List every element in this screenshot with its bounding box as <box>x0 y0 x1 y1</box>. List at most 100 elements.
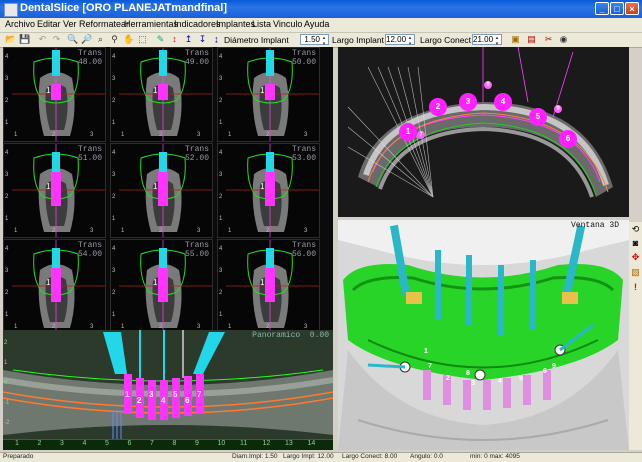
cross-section-slice[interactable]: Trans 56.00 4 3 2 1 1 2 3 1 <box>217 239 320 334</box>
slice-scale-tick: 1 <box>14 228 18 234</box>
zoom-in-icon[interactable]: 🔍 <box>67 34 78 45</box>
implant-edit-icon[interactable]: ↨ <box>211 34 222 45</box>
panoramic-implant-label: 4 <box>161 396 166 405</box>
slice-scale-tick: 3 <box>112 268 116 274</box>
minimize-icon: _ <box>599 4 605 14</box>
cross-section-slice[interactable]: Trans 51.00 4 3 2 1 1 2 3 1 <box>3 143 106 238</box>
zoom-out-icon[interactable]: 🔎 <box>81 34 92 45</box>
status-minmax: min: 0 max: 4095 <box>470 453 520 460</box>
slice-scale-tick: 3 <box>219 172 223 178</box>
slice-scale-tick: 3 <box>197 228 201 234</box>
menu-editar[interactable]: Editar <box>37 19 61 29</box>
zoom-fit-icon[interactable]: ⌕ <box>95 34 106 45</box>
axial-implant-marker[interactable]: 3 <box>459 93 477 111</box>
cross-section-slice[interactable]: Trans 50.00 4 3 2 1 1 2 3 1 <box>217 47 320 142</box>
cross-section-slice[interactable]: Trans 52.00 4 3 2 1 1 2 3 1 <box>110 143 213 238</box>
view3d-implant-label: 2 <box>446 375 450 382</box>
report-icon[interactable]: ▤ <box>526 34 537 45</box>
axial-implant-marker[interactable]: 4 <box>494 93 512 111</box>
menu-lista[interactable]: Lista <box>252 19 271 29</box>
menu-archivo[interactable]: Archivo <box>5 19 35 29</box>
view3d-panel: Ventana 3D 123456789 <box>338 220 629 450</box>
zoom-window-icon[interactable]: ⚲ <box>109 34 120 45</box>
slice-vertical-scale: 4 3 2 1 <box>112 246 120 330</box>
cross-section-slice[interactable]: Trans 54.00 4 3 2 1 1 2 3 1 <box>3 239 106 334</box>
axial-implant-marker[interactable]: 1 <box>399 123 417 141</box>
status-state: Preparado <box>3 453 34 460</box>
slice-scale-tick: 1 <box>112 312 116 318</box>
slice-scale-tick: 2 <box>219 290 223 296</box>
cross-section-slice[interactable]: Trans 55.00 4 3 2 1 1 2 3 1 <box>110 239 213 334</box>
axial-implant-marker[interactable]: 9 <box>554 105 562 113</box>
cross-section-slice[interactable]: Trans 53.00 4 3 2 1 1 2 3 1 <box>217 143 320 238</box>
app-icon[interactable] <box>4 3 18 17</box>
slice-scale-tick: 2 <box>219 194 223 200</box>
view3d-side-toolbar: ⟲ ◙ ✥ ▧ ! <box>629 222 642 450</box>
export-icon[interactable]: ▣ <box>510 34 521 45</box>
slice-scale-tick: 2 <box>52 228 56 234</box>
alert-icon[interactable]: ! <box>630 282 641 293</box>
axial-implant-marker[interactable]: 2 <box>429 98 447 116</box>
cross-section-slice[interactable]: Trans 48.00 4 3 2 1 1 2 3 1 <box>3 47 106 142</box>
slice-vertical-scale: 4 3 2 1 <box>219 246 227 330</box>
cross-section-slice[interactable]: Trans 49.00 4 3 2 1 1 2 3 1 <box>110 47 213 142</box>
maximize-button[interactable]: □ <box>610 2 624 15</box>
open-folder-icon[interactable]: 📂 <box>5 34 16 45</box>
implant-icon[interactable]: ✎ <box>155 34 166 45</box>
rotate-icon[interactable]: ⟲ <box>630 224 641 235</box>
undo-icon[interactable]: ↶ <box>37 34 48 45</box>
implant-add-icon[interactable]: ↕ <box>169 34 180 45</box>
connector-add-icon[interactable]: ↧ <box>197 34 208 45</box>
status-conect: Largo Conect: 8.00 <box>342 453 398 460</box>
slice-plane: Trans <box>184 241 209 250</box>
slice-scale-tick: 2 <box>5 194 9 200</box>
panoramic-panel: Panoramico 0.00 1 2 3 4 5 6 7 8 9 10 11 12 13 14 210-… <box>3 330 333 450</box>
layers-icon[interactable]: ▧ <box>630 267 641 278</box>
diametro-input[interactable]: 1.50 <box>300 34 329 47</box>
slice-plane: Trans <box>77 241 102 250</box>
save-icon[interactable]: 💾 <box>19 34 30 45</box>
axial-implant-marker[interactable]: 5 <box>529 108 547 126</box>
menu-reformatear[interactable]: Reformatear <box>79 19 129 29</box>
conect-input[interactable]: 21.00 <box>472 34 502 47</box>
slice-label: Trans 54.00 <box>78 241 102 259</box>
axial-implant-marker[interactable]: 7 <box>417 131 425 139</box>
redo-icon[interactable]: ↷ <box>51 34 62 45</box>
binoculars-icon[interactable]: ◙ <box>630 238 641 249</box>
slice-position: 50.00 <box>291 58 316 67</box>
menu-implantes[interactable]: Implantes <box>216 19 255 29</box>
camera-icon[interactable]: ◉ <box>558 34 569 45</box>
select-icon[interactable]: ⬚ <box>137 34 148 45</box>
axial-implant-marker[interactable]: 6 <box>559 130 577 148</box>
title-bar: DentalSlice [ORO PLANEJATmandfinal] _ □ … <box>0 0 642 18</box>
cut-icon[interactable]: ✂ <box>543 34 554 45</box>
slice-scale-tick: 3 <box>90 228 94 234</box>
measure-icon[interactable]: ✥ <box>630 252 641 263</box>
menu-ver[interactable]: Ver <box>63 19 77 29</box>
slice-scale-tick: 1 <box>5 120 9 126</box>
slice-scale-tick: 1 <box>219 120 223 126</box>
menu-vinculo[interactable]: Vinculo <box>273 19 302 29</box>
close-icon: × <box>629 4 635 14</box>
largo-label: Largo Implant <box>332 35 384 45</box>
status-largo: Largo Impl: 12.00 <box>283 453 334 460</box>
slice-label: Trans 52.00 <box>185 145 209 163</box>
connector-icon[interactable]: ↥ <box>183 34 194 45</box>
minimize-button[interactable]: _ <box>595 2 609 15</box>
slice-label: Trans 50.00 <box>292 49 316 67</box>
largo-input[interactable]: 12.00 <box>385 34 415 47</box>
view3d-implant-label: 6 <box>543 368 547 375</box>
close-button[interactable]: × <box>625 2 639 15</box>
slice-scale-tick: 4 <box>219 150 223 156</box>
menu-ayuda[interactable]: Ayuda <box>304 19 329 29</box>
menu-herramientas[interactable]: Herramientas <box>124 19 178 29</box>
axial-implant-marker[interactable]: 8 <box>484 81 492 89</box>
axial-implant-markers: 123456 7 8 9 <box>338 47 629 217</box>
slice-scale-tick: 1 <box>112 120 116 126</box>
panoramic-implant-label: 2 <box>137 396 142 405</box>
toolbar: 📂 💾 ↶ ↷ 🔍 🔎 ⌕ ⚲ ✋ ⬚ ✎ ↕ ↥ ↧ ↨ Diámetro I… <box>0 33 642 48</box>
slice-label: Trans 55.00 <box>185 241 209 259</box>
slice-scale-tick: 3 <box>5 76 9 82</box>
pan-hand-icon[interactable]: ✋ <box>123 34 134 45</box>
menu-indicadores[interactable]: Indicadores <box>174 19 221 29</box>
